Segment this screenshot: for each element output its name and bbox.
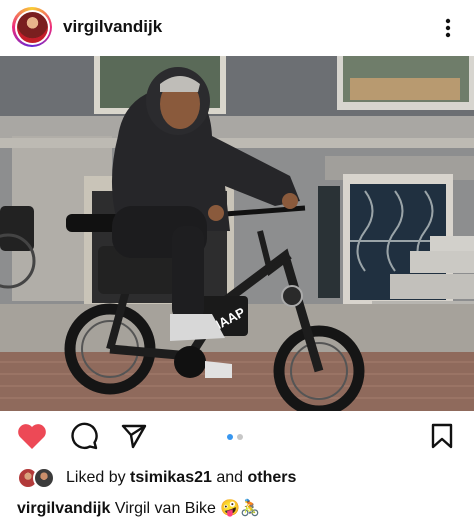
post-photo[interactable]: KNAAP (0, 56, 474, 411)
liked-joiner: and (216, 469, 244, 486)
liked-others[interactable]: others (248, 469, 297, 486)
share-button[interactable] (116, 418, 152, 454)
liked-by-label: Liked by (66, 469, 126, 486)
profile-avatar[interactable] (12, 7, 52, 47)
bookmark-icon (431, 423, 453, 449)
liker-username[interactable]: tsimikas21 (130, 469, 212, 486)
caption-emoji: 🤪🚴 (220, 500, 261, 517)
liker-avatars (17, 467, 55, 489)
avatar-image (16, 11, 48, 43)
paper-plane-icon (121, 424, 147, 449)
like-button[interactable] (14, 418, 50, 454)
comment-icon (71, 422, 98, 450)
save-button[interactable] (424, 418, 460, 454)
heart-filled-icon (18, 423, 46, 449)
post-header: virgilvandijk (0, 0, 474, 56)
carousel-dot (237, 434, 243, 440)
post-caption: virgilvandijk Virgil van Bike 🤪🚴 (17, 498, 260, 518)
header-username[interactable]: virgilvandijk (63, 17, 162, 37)
vertical-ellipsis-icon[interactable] (438, 14, 458, 42)
carousel-indicator (227, 434, 243, 440)
carousel-dot-active (227, 434, 233, 440)
comment-button[interactable] (66, 418, 102, 454)
likes-summary: Liked by tsimikas21 and others (17, 466, 296, 490)
caption-username[interactable]: virgilvandijk (17, 500, 110, 517)
liker-avatar[interactable] (33, 467, 55, 489)
caption-text: Virgil van Bike (114, 500, 216, 517)
